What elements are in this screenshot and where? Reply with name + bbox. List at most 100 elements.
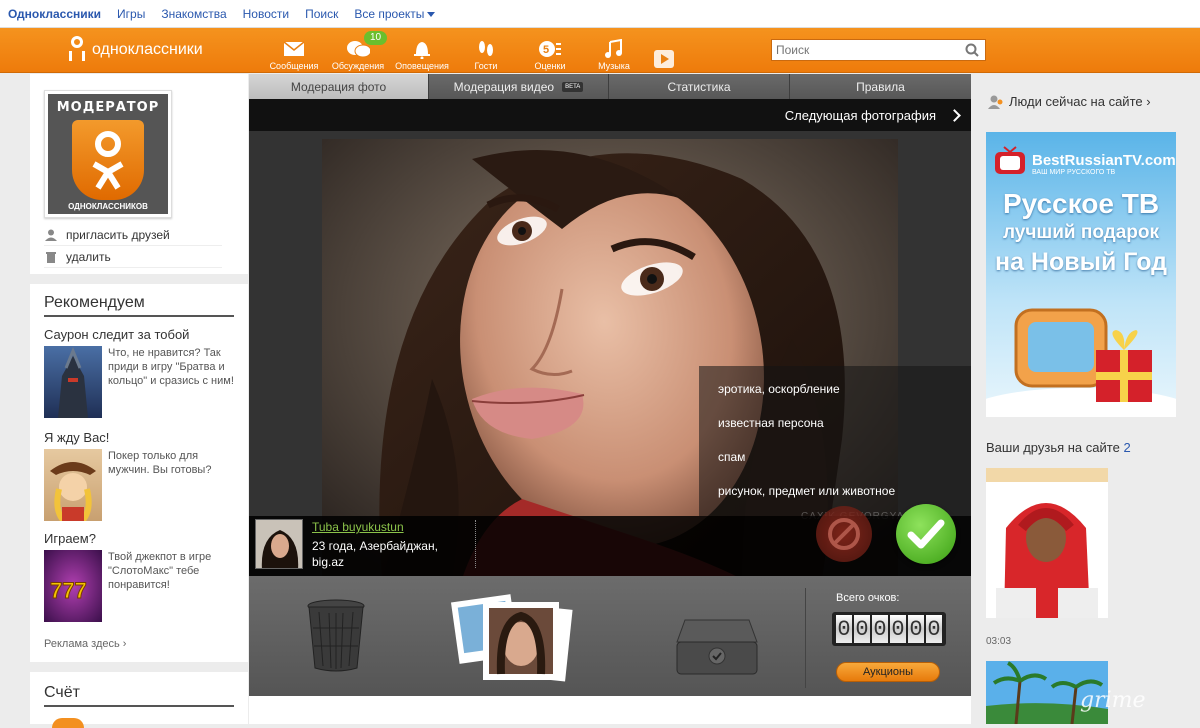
nav-ratings[interactable]: 5 Оценки: [518, 31, 582, 71]
search-icon[interactable]: [962, 40, 982, 60]
chevron-right-icon: [948, 108, 961, 122]
nav-notifications[interactable]: Оповещения: [390, 31, 454, 71]
music-icon: [602, 39, 626, 59]
reject-button[interactable]: [816, 506, 872, 562]
search-link[interactable]: Поиск: [305, 7, 338, 21]
recommendation-desc: Твой джекпот в игре "СлотоМакс" тебе пон…: [108, 551, 212, 591]
recommendation-title: Играем?: [44, 531, 96, 546]
search-input[interactable]: [772, 40, 962, 60]
right-column: Люди сейчас на сайте › BestRussianTV.com…: [972, 74, 1200, 724]
svg-text:777: 777: [50, 578, 87, 603]
recommendation-title: Я жду Вас!: [44, 430, 110, 445]
rejection-reasons: эротика, оскорбление известная персона с…: [699, 366, 971, 516]
divider: [475, 520, 476, 568]
ok-logo-icon: [66, 36, 88, 64]
score-digit: 0: [872, 615, 888, 643]
tab-rules[interactable]: Правила: [790, 74, 971, 99]
score-digit: 0: [926, 615, 942, 643]
owner-avatar[interactable]: [255, 519, 303, 569]
rating-icon: 5: [538, 39, 562, 59]
all-projects-label: Все проекты: [354, 6, 425, 21]
score-digit: 0: [908, 615, 924, 643]
brand-link[interactable]: Одноклассники: [8, 7, 101, 21]
delete-label: удалить: [66, 249, 111, 264]
top-links-bar: Одноклассники Игры Знакомства Новости По…: [0, 0, 1200, 28]
tv-logo-icon: [995, 146, 1025, 174]
poker-game-image[interactable]: [44, 449, 102, 524]
all-projects-link[interactable]: Все проекты: [354, 6, 436, 21]
delete-link[interactable]: удалить: [44, 246, 222, 268]
friend-time: 03:03: [986, 636, 1012, 647]
score-digit: 0: [836, 615, 852, 643]
ad-line1: Русское ТВ: [1002, 188, 1160, 219]
play-icon: [652, 49, 676, 69]
avatar[interactable]: МОДЕРАТОР ОДНОКЛАССНИКОВ: [44, 90, 172, 218]
discussions-badge: 10: [364, 31, 388, 45]
avatar-subtitle: ОДНОКЛАССНИКОВ: [68, 202, 148, 211]
score-digit: 0: [890, 615, 906, 643]
trash-bin-icon[interactable]: [305, 598, 367, 672]
nav-discussions[interactable]: 10 Обсуждения: [326, 31, 390, 71]
recommendation-item[interactable]: Саурон следит за тобой Что, не нравится?…: [44, 327, 234, 418]
moderation-tray: Всего очков: 0 0 0 0 0 0 Аукционы: [249, 576, 971, 696]
score-digit: 0: [854, 615, 870, 643]
logo[interactable]: одноклассники: [66, 36, 203, 64]
chevron-down-icon: [427, 11, 436, 17]
next-photo-button[interactable]: Следующая фотография: [249, 99, 971, 131]
owner-info: 23 года, Азербайджан, big.az: [312, 538, 438, 570]
reason-erotica[interactable]: эротика, оскорбление: [718, 382, 971, 416]
nav-video[interactable]: [646, 31, 682, 71]
invite-friends-link[interactable]: пригласить друзей: [44, 224, 222, 246]
recommendation-title: Саурон следит за тобой: [44, 327, 190, 342]
photo-stack-icon[interactable]: [449, 592, 579, 684]
nav-discussions-label: Обсуждения: [331, 61, 385, 71]
owner-info-line1: 23 года, Азербайджан,: [312, 539, 438, 553]
people-online-link[interactable]: Люди сейчас на сайте ›: [988, 94, 1151, 109]
coin-icon: [52, 718, 84, 728]
person-icon: [44, 228, 58, 242]
auctions-button[interactable]: Аукционы: [836, 662, 940, 682]
beta-badge: BETA: [562, 81, 584, 92]
friends-online-count[interactable]: 2: [1123, 440, 1130, 455]
reason-spam[interactable]: спам: [718, 450, 971, 484]
news-link[interactable]: Новости: [243, 7, 289, 21]
ad-here-link[interactable]: Реклама здесь ›: [44, 638, 126, 650]
people-online-label: Люди сейчас на сайте ›: [1009, 94, 1151, 109]
dating-link[interactable]: Знакомства: [161, 7, 226, 21]
nav-guests-label: Гости: [474, 61, 498, 71]
nav-guests[interactable]: Гости: [454, 31, 518, 71]
slotomax-game-image[interactable]: 777: [44, 550, 102, 622]
divider: [30, 274, 248, 284]
tab-video-moderation[interactable]: Модерация видео BETA: [429, 74, 609, 99]
recommendation-desc: Что, не нравится? Так приди в игру "Брат…: [108, 347, 234, 387]
tab-photo-moderation[interactable]: Модерация фото: [249, 74, 429, 99]
score-panel: Всего очков: 0 0 0 0 0 0 Аукционы: [805, 588, 971, 688]
sauron-game-image[interactable]: [44, 346, 102, 418]
recommendation-item[interactable]: Я жду Вас! Покер только для мужчин. Вы г…: [44, 430, 234, 524]
owner-name-link[interactable]: Tuba buyukustun: [312, 520, 404, 534]
envelope-icon: [282, 39, 306, 59]
score-counter: 0 0 0 0 0 0: [832, 612, 946, 646]
logo-text: одноклассники: [92, 41, 203, 58]
russian-tv-ad[interactable]: BestRussianTV.com ВАШ МИР РУССКОГО ТВ Ру…: [986, 132, 1176, 417]
ad-line2: лучший подарок: [1002, 222, 1160, 243]
owner-info-line2: big.az: [312, 555, 345, 569]
trash-icon: [44, 250, 58, 264]
games-link[interactable]: Игры: [117, 7, 145, 21]
avatar-title: МОДЕРАТОР: [56, 100, 160, 115]
tab-statistics[interactable]: Статистика: [609, 74, 790, 99]
reason-celebrity[interactable]: известная персона: [718, 416, 971, 450]
friend-photo[interactable]: [986, 468, 1108, 618]
svg-text:5: 5: [543, 44, 549, 56]
nav-music[interactable]: Музыка: [582, 31, 646, 71]
recommendation-item[interactable]: Играем? 777 Твой джекпот в игре "СлотоМа…: [44, 531, 234, 622]
divider: [30, 662, 248, 672]
account-title: Счёт: [44, 684, 234, 707]
approve-button[interactable]: [896, 504, 956, 564]
left-column: МОДЕРАТОР ОДНОКЛАССНИКОВ пригласить друз…: [30, 74, 248, 728]
ad-line3: на Новый Год: [994, 248, 1168, 276]
footprints-icon: [474, 39, 498, 59]
nav-messages[interactable]: Сообщения: [262, 31, 326, 71]
inbox-tray-icon[interactable]: [675, 616, 759, 676]
ad-subtitle: ВАШ МИР РУССКОГО ТВ: [1032, 169, 1116, 176]
